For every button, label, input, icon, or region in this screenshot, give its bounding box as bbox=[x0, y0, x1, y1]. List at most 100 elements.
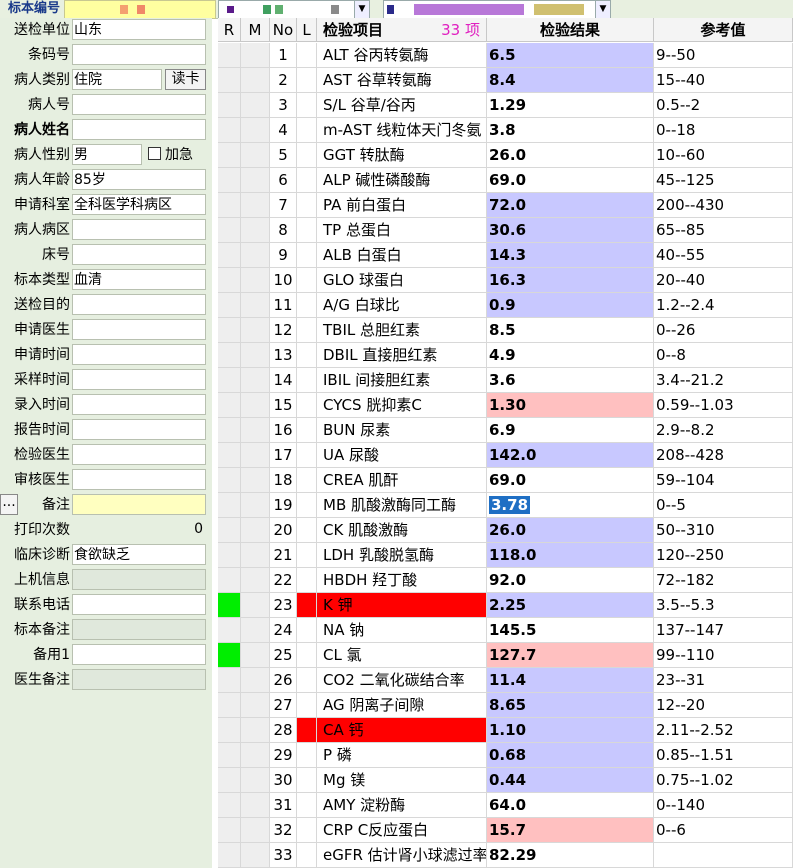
specimen-combo-1[interactable]: ▼ bbox=[218, 0, 370, 19]
r-flag-cell[interactable] bbox=[218, 593, 241, 618]
m-flag-cell[interactable] bbox=[241, 368, 270, 393]
result-cell[interactable]: 1.10 bbox=[487, 718, 654, 743]
result-cell[interactable]: 82.29 bbox=[487, 843, 654, 868]
l-flag-cell[interactable] bbox=[297, 518, 317, 543]
m-flag-cell[interactable] bbox=[241, 143, 270, 168]
r-flag-cell[interactable] bbox=[218, 418, 241, 443]
l-flag-cell[interactable] bbox=[297, 218, 317, 243]
m-flag-cell[interactable] bbox=[241, 643, 270, 668]
l-flag-cell[interactable] bbox=[297, 418, 317, 443]
table-row[interactable]: 4 m-AST 线粒体天门冬氨 3.8 0--18 bbox=[218, 118, 793, 143]
table-row[interactable]: 8 TP 总蛋白 30.6 65--85 bbox=[218, 218, 793, 243]
l-flag-cell[interactable] bbox=[297, 668, 317, 693]
chevron-down-icon[interactable]: ▼ bbox=[354, 1, 369, 18]
r-flag-cell[interactable] bbox=[218, 468, 241, 493]
table-row[interactable]: 17 UA 尿酸 142.0 208--428 bbox=[218, 443, 793, 468]
table-row[interactable]: 21 LDH 乳酸脱氢酶 118.0 120--250 bbox=[218, 543, 793, 568]
table-row[interactable]: 31 AMY 淀粉酶 64.0 0--140 bbox=[218, 793, 793, 818]
form-field[interactable] bbox=[72, 494, 206, 515]
table-row[interactable]: 6 ALP 碱性磷酸酶 69.0 45--125 bbox=[218, 168, 793, 193]
m-flag-cell[interactable] bbox=[241, 493, 270, 518]
m-flag-cell[interactable] bbox=[241, 743, 270, 768]
l-flag-cell[interactable] bbox=[297, 743, 317, 768]
r-flag-cell[interactable] bbox=[218, 618, 241, 643]
table-row[interactable]: 28 CA 钙 1.10 2.11--2.52 bbox=[218, 718, 793, 743]
m-flag-cell[interactable] bbox=[241, 618, 270, 643]
form-field[interactable] bbox=[72, 569, 206, 590]
l-flag-cell[interactable] bbox=[297, 293, 317, 318]
l-flag-cell[interactable] bbox=[297, 68, 317, 93]
m-flag-cell[interactable] bbox=[241, 43, 270, 68]
form-field[interactable] bbox=[72, 619, 206, 640]
l-flag-cell[interactable] bbox=[297, 543, 317, 568]
l-flag-cell[interactable] bbox=[297, 368, 317, 393]
r-flag-cell[interactable] bbox=[218, 668, 241, 693]
form-field[interactable] bbox=[72, 369, 206, 390]
m-flag-cell[interactable] bbox=[241, 318, 270, 343]
specimen-number-input[interactable] bbox=[64, 0, 216, 19]
m-flag-cell[interactable] bbox=[241, 693, 270, 718]
r-flag-cell[interactable] bbox=[218, 493, 241, 518]
table-row[interactable]: 11 A/G 白球比 0.9 1.2--2.4 bbox=[218, 293, 793, 318]
r-flag-cell[interactable] bbox=[218, 543, 241, 568]
header-reference[interactable]: 参考值 bbox=[654, 18, 793, 42]
r-flag-cell[interactable] bbox=[218, 318, 241, 343]
form-field[interactable] bbox=[72, 219, 206, 240]
l-flag-cell[interactable] bbox=[297, 643, 317, 668]
result-cell[interactable]: 3.6 bbox=[487, 368, 654, 393]
result-cell[interactable]: 30.6 bbox=[487, 218, 654, 243]
l-flag-cell[interactable] bbox=[297, 493, 317, 518]
r-flag-cell[interactable] bbox=[218, 743, 241, 768]
result-cell[interactable]: 15.7 bbox=[487, 818, 654, 843]
m-flag-cell[interactable] bbox=[241, 593, 270, 618]
result-cell[interactable]: 0.68 bbox=[487, 743, 654, 768]
form-field[interactable]: 男 bbox=[72, 144, 142, 165]
r-flag-cell[interactable] bbox=[218, 718, 241, 743]
table-row[interactable]: 20 CK 肌酸激酶 26.0 50--310 bbox=[218, 518, 793, 543]
header-m[interactable]: M bbox=[241, 18, 270, 42]
result-cell[interactable]: 3.78 bbox=[487, 493, 654, 518]
m-flag-cell[interactable] bbox=[241, 293, 270, 318]
table-row[interactable]: 7 PA 前白蛋白 72.0 200--430 bbox=[218, 193, 793, 218]
result-cell[interactable]: 145.5 bbox=[487, 618, 654, 643]
m-flag-cell[interactable] bbox=[241, 393, 270, 418]
table-row[interactable]: 9 ALB 白蛋白 14.3 40--55 bbox=[218, 243, 793, 268]
result-cell[interactable]: 118.0 bbox=[487, 543, 654, 568]
result-cell[interactable]: 1.29 bbox=[487, 93, 654, 118]
result-cell[interactable]: 8.5 bbox=[487, 318, 654, 343]
r-flag-cell[interactable] bbox=[218, 168, 241, 193]
r-flag-cell[interactable] bbox=[218, 818, 241, 843]
urgent-checkbox[interactable] bbox=[148, 147, 161, 160]
form-field[interactable] bbox=[72, 419, 206, 440]
form-field[interactable] bbox=[72, 319, 206, 340]
l-flag-cell[interactable] bbox=[297, 143, 317, 168]
result-cell[interactable]: 6.9 bbox=[487, 418, 654, 443]
r-flag-cell[interactable] bbox=[218, 768, 241, 793]
r-flag-cell[interactable] bbox=[218, 143, 241, 168]
m-flag-cell[interactable] bbox=[241, 93, 270, 118]
table-row[interactable]: 32 CRP C反应蛋白 15.7 0--6 bbox=[218, 818, 793, 843]
result-cell[interactable]: 26.0 bbox=[487, 518, 654, 543]
l-flag-cell[interactable] bbox=[297, 593, 317, 618]
specimen-combo-2[interactable]: ▼ bbox=[383, 0, 611, 19]
result-cell[interactable]: 0.9 bbox=[487, 293, 654, 318]
chevron-down-icon[interactable]: ▼ bbox=[595, 1, 610, 18]
result-cell[interactable]: 0.44 bbox=[487, 768, 654, 793]
r-flag-cell[interactable] bbox=[218, 43, 241, 68]
r-flag-cell[interactable] bbox=[218, 518, 241, 543]
table-row[interactable]: 1 ALT 谷丙转氨酶 6.5 9--50 bbox=[218, 43, 793, 68]
r-flag-cell[interactable] bbox=[218, 293, 241, 318]
header-result[interactable]: 检验结果 bbox=[487, 18, 654, 42]
read-card-button[interactable]: 读卡 bbox=[165, 69, 206, 90]
l-flag-cell[interactable] bbox=[297, 268, 317, 293]
m-flag-cell[interactable] bbox=[241, 218, 270, 243]
table-row[interactable]: 24 NA 钠 145.5 137--147 bbox=[218, 618, 793, 643]
l-flag-cell[interactable] bbox=[297, 193, 317, 218]
result-cell[interactable]: 92.0 bbox=[487, 568, 654, 593]
m-flag-cell[interactable] bbox=[241, 793, 270, 818]
table-row[interactable]: 5 GGT 转肽酶 26.0 10--60 bbox=[218, 143, 793, 168]
table-row[interactable]: 3 S/L 谷草/谷丙 1.29 0.5--2 bbox=[218, 93, 793, 118]
table-row[interactable]: 19 MB 肌酸激酶同工酶 3.78 0--5 bbox=[218, 493, 793, 518]
form-field[interactable]: 全科医学科病区 bbox=[72, 194, 206, 215]
table-row[interactable]: 14 IBIL 间接胆红素 3.6 3.4--21.2 bbox=[218, 368, 793, 393]
